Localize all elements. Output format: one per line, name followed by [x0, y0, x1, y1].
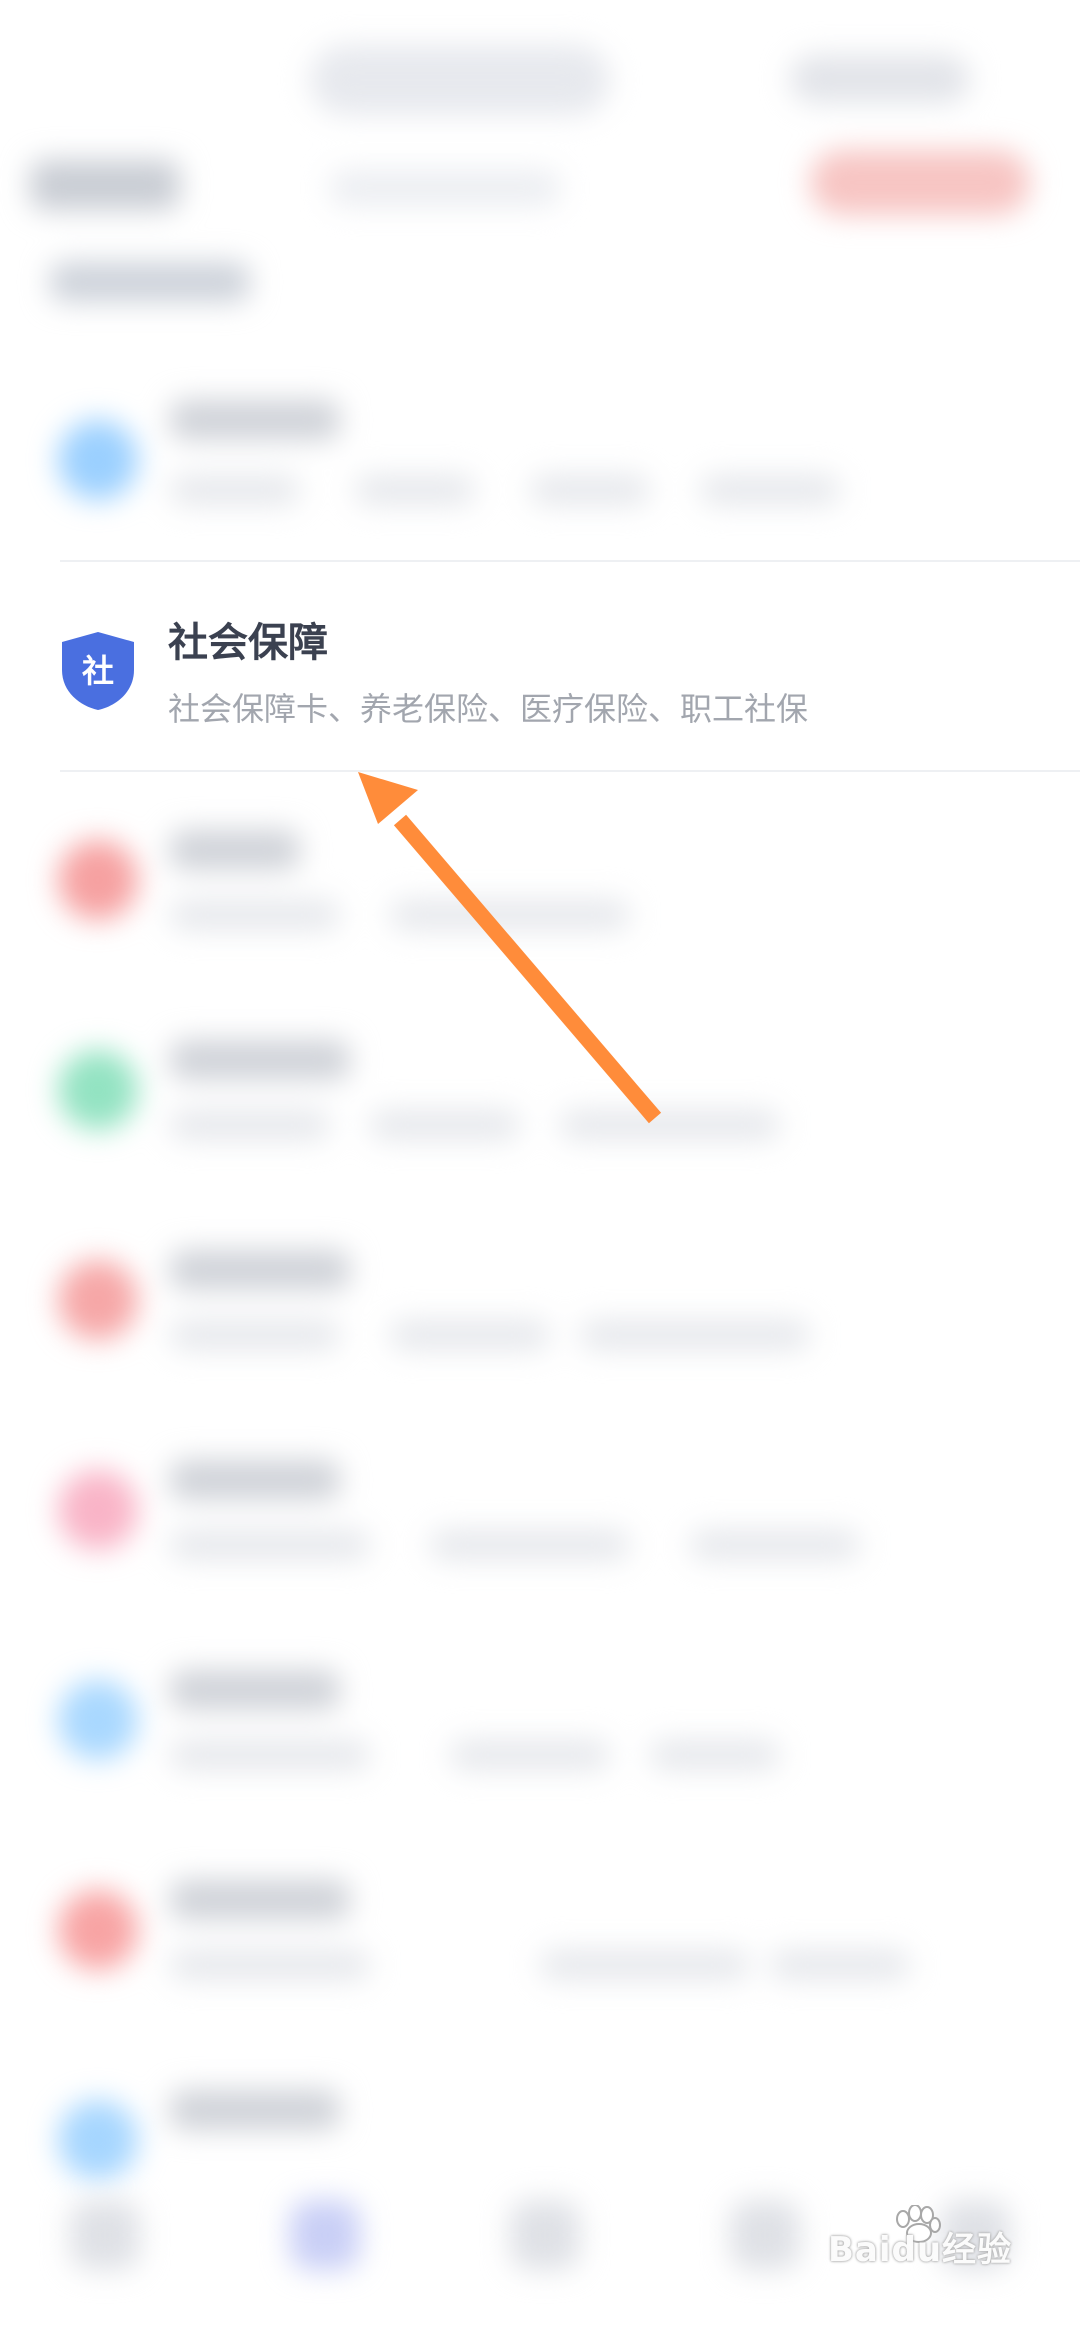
shield-icon-glyph: 社	[82, 652, 114, 690]
list-item[interactable]	[0, 360, 1080, 570]
service-icon	[58, 2100, 138, 2180]
tab-icon[interactable]	[730, 2200, 800, 2270]
list-item[interactable]	[0, 1000, 1080, 1210]
tab-icon[interactable]	[510, 2200, 580, 2270]
header-action[interactable]	[790, 55, 970, 103]
header-red-button[interactable]	[810, 150, 1030, 215]
header-text	[330, 170, 560, 206]
service-icon	[58, 1050, 138, 1130]
shield-icon: 社	[62, 632, 134, 710]
tab-icon[interactable]	[70, 2200, 140, 2270]
section-subtitle	[50, 262, 250, 302]
service-icon	[58, 1890, 138, 1970]
list-item[interactable]	[0, 790, 1080, 1000]
baidu-watermark: Baidu经验	[828, 2230, 1013, 2270]
list-item[interactable]	[0, 1420, 1080, 1630]
tab-icon[interactable]	[290, 2200, 360, 2270]
service-icon	[58, 1260, 138, 1340]
section-title	[30, 160, 180, 210]
social-security-item[interactable]: 社 社会保障 社会保障卡、养老保险、医疗保险、职工社保	[60, 560, 1080, 772]
item-subtitle: 社会保障卡、养老保险、医疗保险、职工社保	[168, 690, 809, 728]
search-bar[interactable]	[310, 45, 610, 115]
service-icon	[58, 420, 138, 500]
service-icon	[58, 840, 138, 920]
service-icon	[58, 1470, 138, 1550]
list-item[interactable]	[0, 1210, 1080, 1420]
service-icon	[58, 1680, 138, 1760]
list-item[interactable]	[0, 1630, 1080, 1840]
item-title: 社会保障	[168, 620, 328, 666]
list-item[interactable]	[0, 1840, 1080, 2050]
